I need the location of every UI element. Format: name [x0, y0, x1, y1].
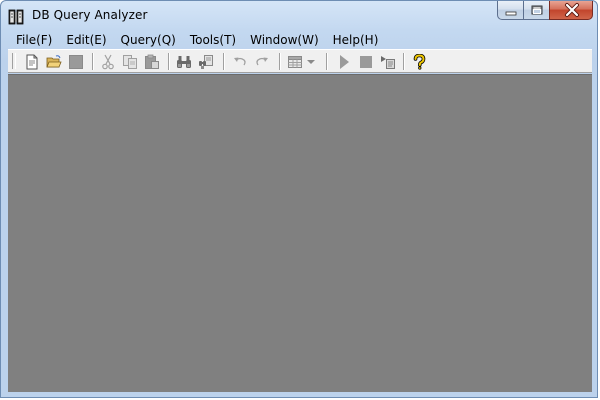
dropdown-arrow-icon — [307, 60, 315, 64]
minimize-button[interactable] — [497, 1, 523, 20]
maximize-icon — [531, 5, 543, 15]
book-db-icon — [8, 9, 24, 25]
paste-icon — [145, 54, 159, 69]
redo-icon — [256, 57, 268, 66]
menu-file[interactable]: File(F) — [8, 31, 59, 49]
stop-button[interactable] — [356, 52, 376, 72]
open-folder-icon — [46, 55, 62, 68]
stop-icon — [360, 56, 372, 68]
caption-buttons — [497, 1, 593, 21]
minimize-icon — [505, 11, 517, 16]
toolbar — [8, 49, 592, 73]
cut-icon — [102, 54, 114, 70]
toolbar-separator — [326, 53, 328, 70]
results-grid-icon — [288, 56, 302, 68]
save-icon — [69, 55, 83, 69]
paste-button[interactable] — [142, 52, 162, 72]
menu-help[interactable]: Help(H) — [326, 31, 386, 49]
find-button[interactable] — [174, 52, 194, 72]
replace-button[interactable] — [196, 52, 216, 72]
undo-icon — [234, 57, 246, 66]
copy-button[interactable] — [120, 52, 140, 72]
execute-selection-icon — [381, 56, 395, 69]
toolbar-separator — [279, 53, 281, 70]
results-mode-button[interactable] — [285, 52, 305, 72]
mdi-client-area[interactable] — [8, 74, 592, 392]
copy-icon — [123, 55, 137, 69]
find-icon — [177, 56, 191, 68]
results-mode-dropdown[interactable] — [305, 52, 319, 72]
close-button[interactable] — [549, 1, 593, 20]
save-button[interactable] — [66, 52, 86, 72]
menu-tools[interactable]: Tools(T) — [183, 31, 243, 49]
help-button[interactable] — [409, 52, 429, 72]
new-query-button[interactable] — [22, 52, 42, 72]
title-bar[interactable]: DB Query Analyzer — [1, 1, 599, 31]
maximize-button[interactable] — [523, 1, 549, 20]
toolbar-separator — [168, 53, 170, 70]
menu-query[interactable]: Query(Q) — [114, 31, 183, 49]
close-icon — [565, 3, 579, 17]
execute-selection-button[interactable] — [378, 52, 398, 72]
execute-button[interactable] — [334, 52, 354, 72]
cut-button[interactable] — [98, 52, 118, 72]
redo-button[interactable] — [252, 52, 272, 72]
execute-icon — [340, 55, 349, 69]
menu-window[interactable]: Window(W) — [243, 31, 326, 49]
undo-button[interactable] — [230, 52, 250, 72]
app-window: DB Query Analyzer File(F) Edit(E) Query(… — [0, 0, 598, 398]
menu-bar: File(F) Edit(E) Query(Q) Tools(T) Window… — [8, 31, 592, 49]
new-document-icon — [26, 54, 38, 70]
window-title: DB Query Analyzer — [32, 8, 148, 22]
toolbar-separator — [223, 53, 225, 70]
toolbar-separator — [403, 53, 405, 70]
menu-edit[interactable]: Edit(E) — [59, 31, 113, 49]
toolbar-grip[interactable] — [12, 53, 16, 69]
replace-icon — [199, 55, 213, 69]
open-button[interactable] — [44, 52, 64, 72]
help-icon — [413, 54, 426, 70]
toolbar-separator — [92, 53, 94, 70]
